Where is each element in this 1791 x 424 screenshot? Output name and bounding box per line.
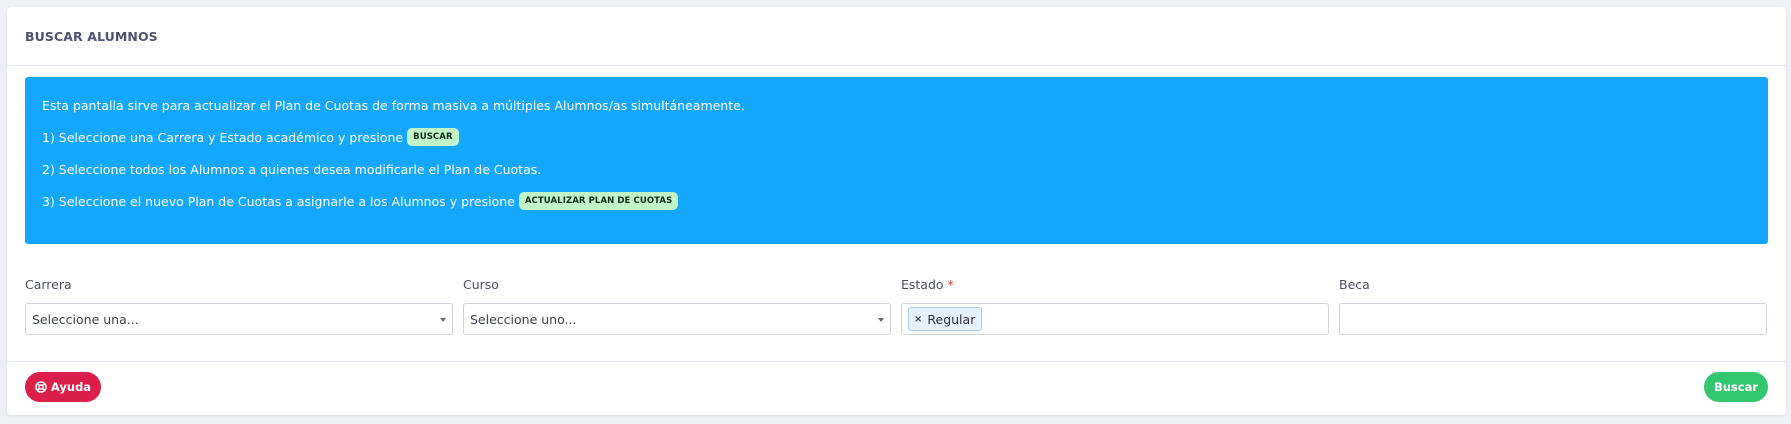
estado-multiselect[interactable]: × Regular (901, 303, 1329, 335)
lifebuoy-icon (35, 381, 47, 393)
estado-field: Estado * × Regular (901, 277, 1329, 335)
info-line-1: Esta pantalla sirve para actualizar el P… (42, 97, 745, 113)
beca-label: Beca (1339, 277, 1370, 292)
estado-tag-label: Regular (927, 311, 976, 327)
curso-select-value: Seleccione uno... (470, 311, 577, 327)
buscar-badge: BUSCAR (407, 128, 459, 146)
estado-tag: × Regular (908, 307, 983, 331)
remove-tag-icon[interactable]: × (914, 314, 922, 325)
caret-down-icon (440, 318, 446, 322)
info-line-4: 3) Seleccione el nuevo Plan de Cuotas a … (42, 190, 1751, 212)
search-students-card: BUSCAR ALUMNOS Esta pantalla sirve para … (7, 7, 1786, 415)
beca-field: Beca (1339, 277, 1767, 335)
curso-label: Curso (463, 277, 499, 292)
required-mark: * (947, 277, 954, 292)
info-line-2: 1) Seleccione una Carrera y Estado acadé… (42, 126, 1751, 148)
curso-field: Curso Seleccione uno... (463, 277, 891, 335)
beca-select[interactable] (1339, 303, 1767, 335)
carrera-select[interactable]: Seleccione una... (25, 303, 453, 335)
carrera-field: Carrera Seleccione una... (25, 277, 453, 335)
help-button[interactable]: Ayuda (25, 372, 101, 402)
filter-fields: Carrera Seleccione una... Curso Seleccio… (25, 277, 1768, 337)
card-footer: Ayuda Buscar (7, 361, 1786, 416)
search-button-label: Buscar (1713, 380, 1759, 394)
curso-select[interactable]: Seleccione uno... (463, 303, 891, 335)
estado-label: Estado * (901, 277, 954, 292)
caret-down-icon (878, 318, 884, 322)
card-title: BUSCAR ALUMNOS (25, 28, 158, 44)
carrera-label: Carrera (25, 277, 72, 292)
actualizar-plan-badge: ACTUALIZAR PLAN DE CUOTAS (518, 192, 679, 210)
card-header: BUSCAR ALUMNOS (7, 7, 1786, 66)
info-line-3: 2) Seleccione todos los Alumnos a quiene… (42, 161, 542, 177)
info-alert: Esta pantalla sirve para actualizar el P… (25, 77, 1768, 244)
carrera-select-value: Seleccione una... (32, 311, 139, 327)
search-button[interactable]: Buscar (1704, 372, 1768, 402)
help-button-label: Ayuda (50, 380, 92, 394)
